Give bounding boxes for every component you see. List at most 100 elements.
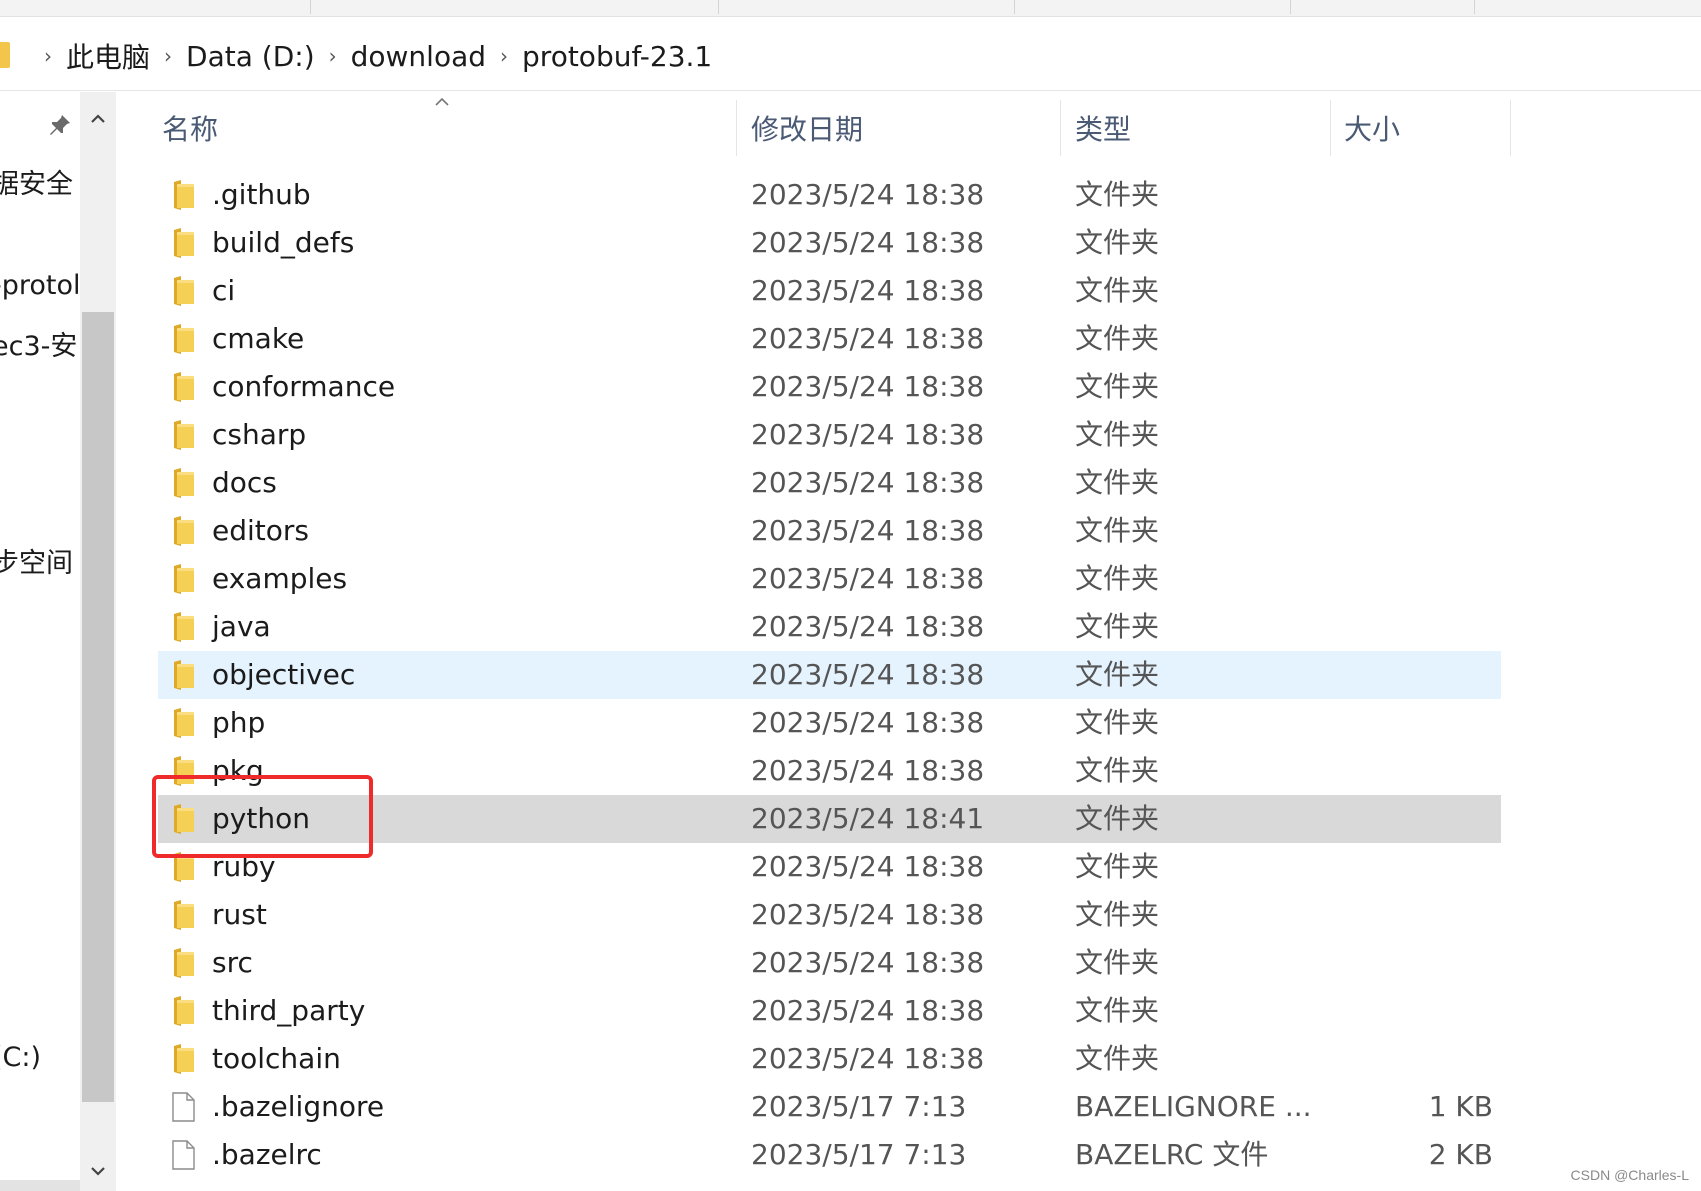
breadcrumb: › 此电脑 › Data (D:) › download › protobuf-… [30, 36, 712, 76]
file-row-dot-github[interactable]: .github 2023/5/24 18:38 文件夹 [158, 171, 1501, 219]
ribbon-divider [310, 0, 311, 14]
file-date: 2023/5/24 18:38 [751, 658, 985, 691]
folder-icon [170, 372, 196, 402]
breadcrumb-download[interactable]: download [351, 40, 486, 73]
file-row-build-defs[interactable]: build_defs 2023/5/24 18:38 文件夹 [158, 219, 1501, 267]
address-bar[interactable]: › 此电脑 › Data (D:) › download › protobuf-… [0, 22, 1701, 91]
column-header-name[interactable]: 名称 [162, 100, 732, 156]
pin-icon[interactable] [48, 113, 72, 137]
file-date: 2023/5/24 18:38 [751, 562, 985, 595]
file-row-docs[interactable]: docs 2023/5/24 18:38 文件夹 [158, 459, 1501, 507]
file-date: 2023/5/24 18:38 [751, 418, 985, 451]
file-type: 文件夹 [1075, 418, 1160, 451]
folder-icon [0, 42, 10, 68]
file-name: conformance [212, 370, 396, 403]
highlight-box [152, 775, 373, 858]
nav-item[interactable]: ec3-安 [0, 324, 77, 363]
ribbon-divider [1290, 0, 1291, 14]
folder-icon [170, 948, 196, 978]
folder-icon [170, 324, 196, 354]
breadcrumb-this-pc[interactable]: 此电脑 [66, 36, 150, 76]
column-header-type[interactable]: 类型 [1075, 100, 1325, 156]
file-row-rust[interactable]: rust 2023/5/24 18:38 文件夹 [158, 891, 1501, 939]
file-type: 文件夹 [1075, 898, 1160, 931]
file-date: 2023/5/24 18:41 [751, 802, 985, 835]
breadcrumb-drive-d[interactable]: Data (D:) [186, 40, 315, 73]
breadcrumb-current-folder[interactable]: protobuf-23.1 [522, 40, 712, 73]
file-name: .bazelrc [212, 1138, 322, 1171]
file-type: 文件夹 [1075, 322, 1160, 355]
file-row-dot-bazelignore[interactable]: .bazelignore 2023/5/17 7:13 BAZELIGNORE ..… [158, 1083, 1501, 1131]
file-row-conformance[interactable]: conformance 2023/5/24 18:38 文件夹 [158, 363, 1501, 411]
chevron-right-icon[interactable]: › [329, 44, 337, 68]
file-name: .github [212, 178, 311, 211]
chevron-right-icon[interactable]: › [500, 44, 508, 68]
nav-scrollbar[interactable] [80, 92, 116, 1191]
chevron-down-icon[interactable] [89, 1162, 107, 1180]
chevron-right-icon[interactable]: › [164, 44, 172, 68]
column-divider[interactable] [1330, 100, 1331, 156]
file-row-php[interactable]: php 2023/5/24 18:38 文件夹 [158, 699, 1501, 747]
file-type: 文件夹 [1075, 802, 1160, 835]
nav-selected-highlight [0, 1180, 80, 1191]
file-name: csharp [212, 418, 307, 451]
file-row-csharp[interactable]: csharp 2023/5/24 18:38 文件夹 [158, 411, 1501, 459]
watermark: CSDN @Charles-L [1570, 1167, 1689, 1183]
file-row-ci[interactable]: ci 2023/5/24 18:38 文件夹 [158, 267, 1501, 315]
column-divider[interactable] [1510, 100, 1511, 156]
chevron-up-icon[interactable] [89, 110, 107, 128]
column-header-size[interactable]: 大小 [1344, 100, 1504, 156]
chevron-right-icon[interactable]: › [44, 44, 52, 68]
file-date: 2023/5/24 18:38 [751, 178, 985, 211]
folder-icon [170, 660, 196, 690]
file-type: 文件夹 [1075, 610, 1160, 643]
nav-item[interactable]: 步空间 [0, 541, 73, 580]
file-row-src[interactable]: src 2023/5/24 18:38 文件夹 [158, 939, 1501, 987]
nav-item[interactable]: 据安全 [0, 162, 73, 201]
file-date: 2023/5/24 18:38 [751, 946, 985, 979]
file-name: .bazelignore [212, 1090, 385, 1123]
file-date: 2023/5/24 18:38 [751, 1042, 985, 1075]
file-name: src [212, 946, 253, 979]
folder-icon [170, 708, 196, 738]
column-divider[interactable] [736, 100, 737, 156]
folder-icon [170, 564, 196, 594]
file-icon [170, 1140, 196, 1170]
folder-icon [170, 180, 196, 210]
file-name: build_defs [212, 226, 355, 259]
file-type: 文件夹 [1075, 370, 1160, 403]
file-name: ci [212, 274, 236, 307]
file-type: 文件夹 [1075, 274, 1160, 307]
file-row-cmake[interactable]: cmake 2023/5/24 18:38 文件夹 [158, 315, 1501, 363]
file-row-toolchain[interactable]: toolchain 2023/5/24 18:38 文件夹 [158, 1035, 1501, 1083]
ribbon-divider [1014, 0, 1015, 14]
folder-icon [170, 996, 196, 1026]
nav-item[interactable]: -protol [0, 270, 80, 301]
file-type: BAZELRC 文件 [1075, 1138, 1269, 1171]
file-row-dot-bazelrc[interactable]: .bazelrc 2023/5/17 7:13 BAZELRC 文件 2 KB [158, 1131, 1501, 1179]
file-date: 2023/5/24 18:38 [751, 322, 985, 355]
column-divider[interactable] [1060, 100, 1061, 156]
file-type: 文件夹 [1075, 658, 1160, 691]
file-name: toolchain [212, 1042, 341, 1075]
file-row-objectivec[interactable]: objectivec 2023/5/24 18:38 文件夹 [158, 651, 1501, 699]
file-name: php [212, 706, 266, 739]
file-name: examples [212, 562, 348, 595]
scrollbar-thumb[interactable] [82, 312, 114, 1102]
column-header-date[interactable]: 修改日期 [751, 100, 1051, 156]
nav-item-drive-c[interactable]: (C:) [0, 1042, 41, 1073]
file-date: 2023/5/24 18:38 [751, 370, 985, 403]
navigation-pane: 据安全 l -protol ec3-安 步空间 (C:) [0, 92, 80, 1191]
file-name: cmake [212, 322, 305, 355]
folder-icon [170, 468, 196, 498]
file-date: 2023/5/17 7:13 [751, 1138, 967, 1171]
file-row-third-party[interactable]: third_party 2023/5/24 18:38 文件夹 [158, 987, 1501, 1035]
folder-icon [170, 276, 196, 306]
file-row-java[interactable]: java 2023/5/24 18:38 文件夹 [158, 603, 1501, 651]
file-date: 2023/5/24 18:38 [751, 274, 985, 307]
file-type: 文件夹 [1075, 178, 1160, 211]
file-row-editors[interactable]: editors 2023/5/24 18:38 文件夹 [158, 507, 1501, 555]
file-row-examples[interactable]: examples 2023/5/24 18:38 文件夹 [158, 555, 1501, 603]
file-icon [170, 1092, 196, 1122]
file-type: 文件夹 [1075, 1042, 1160, 1075]
